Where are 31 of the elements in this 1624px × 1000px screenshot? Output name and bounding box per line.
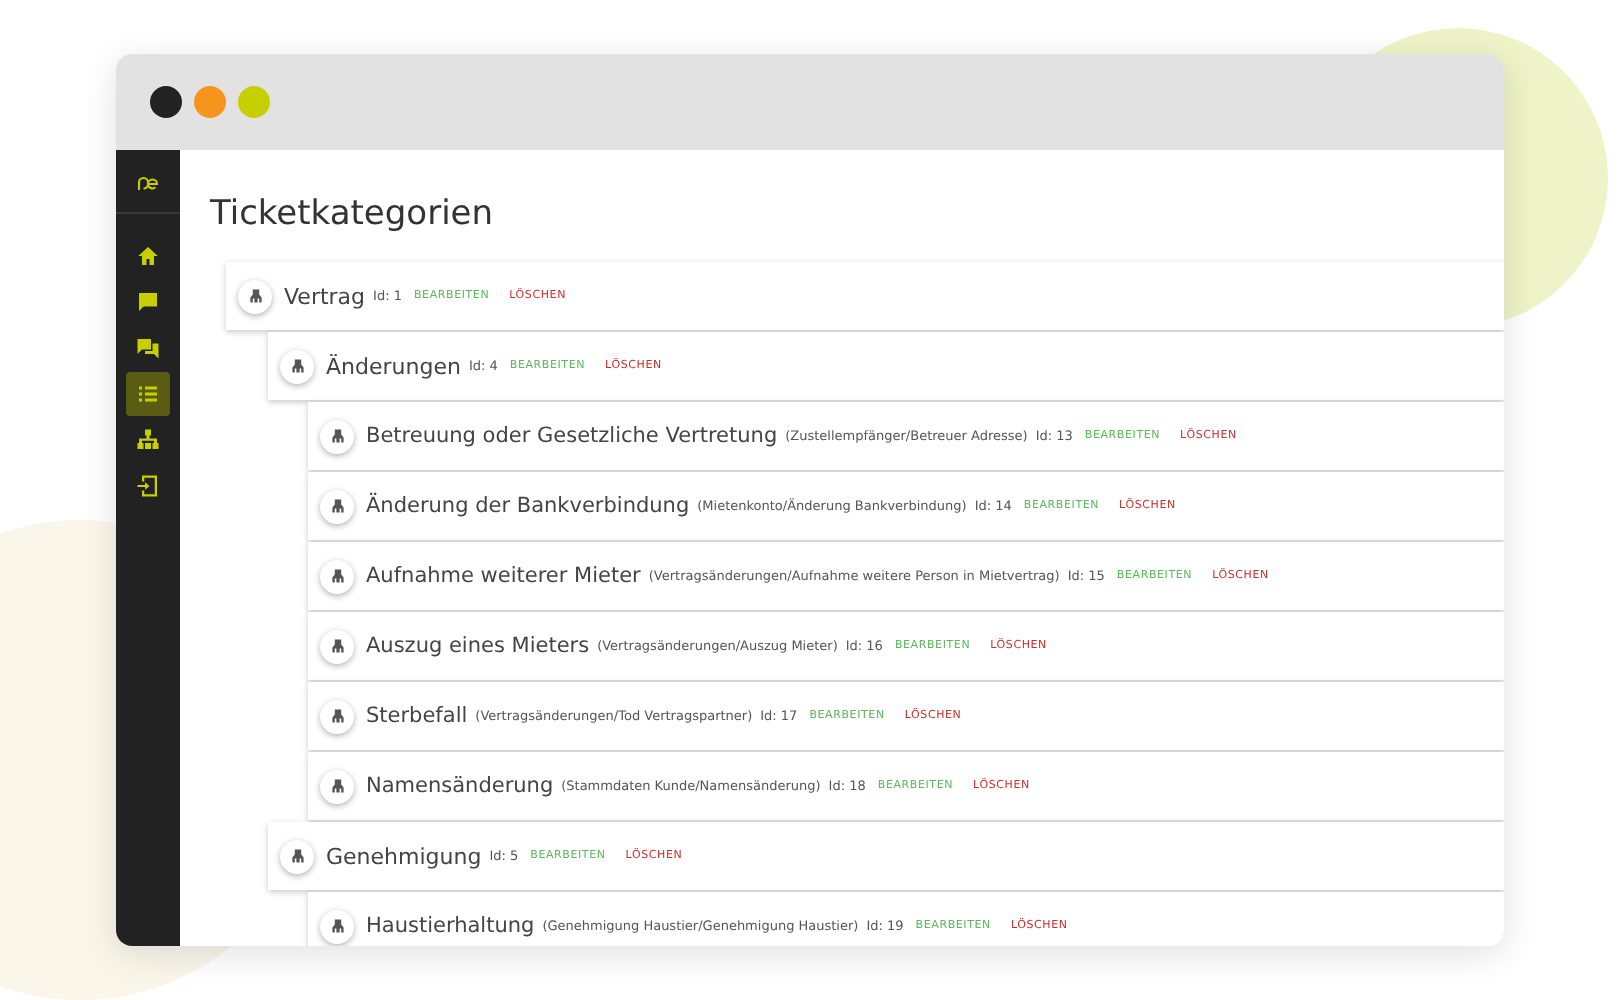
list-icon: [136, 382, 160, 406]
sidebar-nav-item[interactable]: [126, 372, 170, 416]
category-icon: [280, 349, 314, 383]
category-name: Aufnahme weiterer Mieter: [366, 564, 641, 588]
close-dot[interactable]: [150, 86, 182, 118]
category-icon: [320, 419, 354, 453]
page-title: Ticketkategorien: [210, 194, 496, 234]
category-icon: [320, 489, 354, 523]
exit-icon: [136, 474, 160, 498]
logo-icon: [136, 176, 160, 192]
category-name: Auszug eines Mieters: [366, 634, 590, 658]
sitemap-icon: [136, 428, 160, 452]
category-name: Genehmigung: [326, 843, 482, 869]
category-name: Betreuung oder Gesetzliche Vertretung: [366, 424, 778, 448]
category-icon: [238, 279, 272, 313]
category-name: Vertrag: [284, 283, 366, 309]
category-icon: [320, 629, 354, 663]
category-name: Sterbefall: [366, 704, 468, 728]
category-icon: [320, 559, 354, 593]
category-name: Haustierhaltung: [366, 914, 535, 938]
minimize-dot[interactable]: [194, 86, 226, 118]
maximize-dot[interactable]: [238, 86, 270, 118]
chat-icon: [136, 290, 160, 314]
category-icon: [280, 839, 314, 873]
chat-bubbles-icon: [136, 336, 160, 360]
home-icon: [136, 244, 160, 268]
category-icon: [320, 699, 354, 733]
category-name: Namensänderung: [366, 774, 554, 798]
category-icon: [320, 769, 354, 803]
category-name: Änderung der Bankverbindung: [366, 494, 690, 518]
category-name: Änderungen: [326, 353, 461, 379]
